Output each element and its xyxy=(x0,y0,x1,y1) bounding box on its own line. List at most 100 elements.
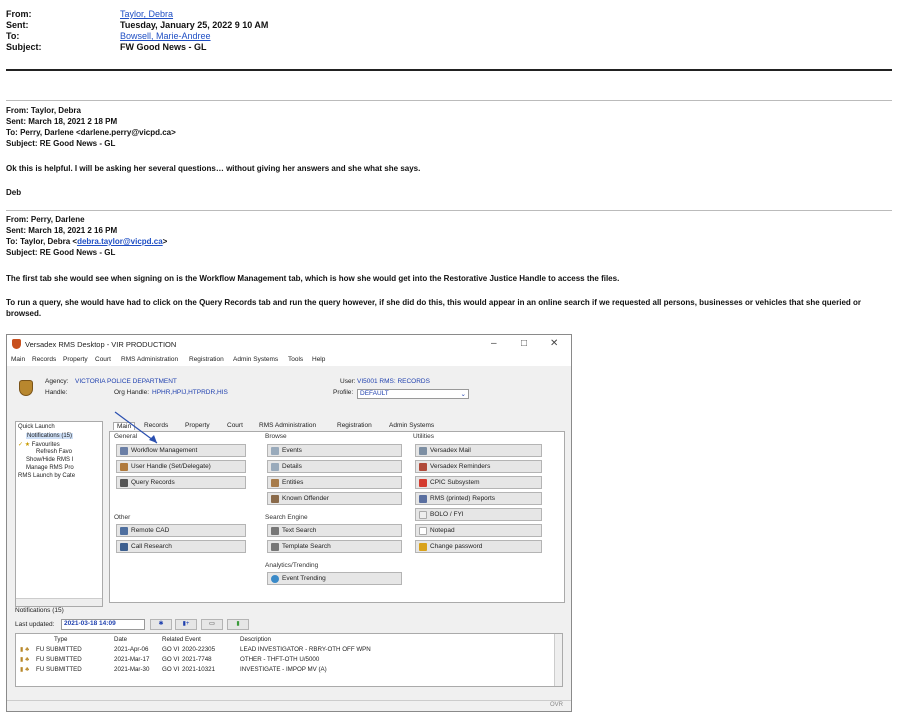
details-button[interactable]: Details xyxy=(267,460,402,473)
quick-launch-panel: Quick Launch Notifications (15) ✓ ★ Favo… xyxy=(15,421,103,607)
close-icon[interactable]: ✕ xyxy=(550,338,558,349)
event-trending-label: Event Trending xyxy=(282,575,326,582)
tab-property[interactable]: Property xyxy=(185,422,210,429)
versadex-mail-label: Versadex Mail xyxy=(430,447,471,454)
table-row[interactable]: ▮ ♣ FU SUBMITTED 2021-Mar-30 GO VI 2021-… xyxy=(16,666,556,676)
phone-icon xyxy=(120,543,128,551)
quick-launch-favourites: Favourites xyxy=(31,442,60,448)
minimize-icon[interactable]: – xyxy=(491,338,497,349)
maximize-icon[interactable]: □ xyxy=(521,338,527,349)
row-description: INVESTIGATE - IMPOP MV (A) xyxy=(240,666,327,673)
text-search-button[interactable]: Text Search xyxy=(267,524,402,537)
tab-rms-administration[interactable]: RMS Administration xyxy=(259,422,316,429)
notepad-button[interactable]: Notepad xyxy=(415,524,542,537)
email2-para1: The first tab she would see when signing… xyxy=(6,274,620,283)
user-handle-button[interactable]: User Handle (Set/Delegate) xyxy=(116,460,246,473)
quick-launch-refresh[interactable]: Refresh Favo xyxy=(36,449,72,455)
window-title-bar: Versadex RMS Desktop - VIR PRODUCTION – … xyxy=(7,335,571,354)
col-description: Description xyxy=(240,636,271,643)
email2-to-email-link[interactable]: debra.taylor@vicpd.ca xyxy=(77,237,163,246)
group-other: Other xyxy=(114,514,131,521)
query-records-button[interactable]: Query Records xyxy=(116,476,246,489)
quick-launch-show-hide[interactable]: Show/Hide RMS I xyxy=(26,457,73,463)
offender-icon xyxy=(271,495,279,503)
tab-court[interactable]: Court xyxy=(227,422,243,429)
col-date: Date xyxy=(114,636,128,643)
email1-sent: Sent: March 18, 2021 2 18 PM xyxy=(6,117,118,126)
last-updated-field[interactable]: 2021-03-18 14:09 xyxy=(61,619,145,630)
notifications-grid: Type Date Related Event Description ▮ ♣ … xyxy=(15,633,563,687)
header-divider xyxy=(6,69,892,71)
change-password-button[interactable]: Change password xyxy=(415,540,542,553)
table-row[interactable]: ▮ ♣ FU SUBMITTED 2021-Mar-17 GO VI 2021-… xyxy=(16,656,556,666)
call-research-label: Call Research xyxy=(131,543,172,550)
event-trending-button[interactable]: Event Trending xyxy=(267,572,402,585)
main-tab-strip: Main Records Property Court RMS Administ… xyxy=(109,421,565,431)
versadex-reminders-button[interactable]: Versadex Reminders xyxy=(415,460,542,473)
bolo-fyi-button[interactable]: BOLO / FYI xyxy=(415,508,542,521)
app-shield-icon xyxy=(12,339,21,349)
quick-launch-notifications[interactable]: Notifications (15) xyxy=(26,433,74,439)
user-label: User: xyxy=(340,378,356,385)
org-handle-value: HPHR,HPIJ,HTPRDR,HIS xyxy=(152,389,228,396)
message-icon[interactable]: ▭ xyxy=(201,619,223,630)
email2-para2: To run a query, she would have had to cl… xyxy=(6,298,862,318)
call-research-button[interactable]: Call Research xyxy=(116,540,246,553)
notifications-heading: Notifications (15) xyxy=(15,607,64,614)
cad-icon xyxy=(120,527,128,535)
rms-reports-button[interactable]: RMS (printed) Reports xyxy=(415,492,542,505)
row-go: GO VI xyxy=(162,666,180,673)
menu-property[interactable]: Property xyxy=(63,356,88,363)
report-icon xyxy=(419,495,427,503)
quick-launch-hscroll[interactable] xyxy=(16,598,102,606)
grid-vscroll[interactable] xyxy=(554,634,562,686)
user-value: VI5001 RMS: RECORDS xyxy=(357,378,430,385)
row-description: LEAD INVESTIGATOR - RBRY-OTH OFF WPN xyxy=(240,646,371,653)
email1-body: Ok this is helpful. I will be asking her… xyxy=(6,164,421,173)
cpic-subsystem-button[interactable]: CPIC Subsystem xyxy=(415,476,542,489)
chevron-down-icon: ⌄ xyxy=(460,391,466,398)
quick-launch-launch-by-cat[interactable]: RMS Launch by Cate xyxy=(18,473,75,479)
remote-cad-label: Remote CAD xyxy=(131,527,170,534)
menu-tools[interactable]: Tools xyxy=(288,356,303,363)
menu-registration[interactable]: Registration xyxy=(189,356,224,363)
menu-help[interactable]: Help xyxy=(312,356,325,363)
row-type: FU SUBMITTED xyxy=(36,666,82,673)
remote-cad-button[interactable]: Remote CAD xyxy=(116,524,246,537)
quick-launch-favourites-row[interactable]: ✓ ★ Favourites xyxy=(18,441,60,448)
menu-records[interactable]: Records xyxy=(32,356,56,363)
known-offender-button[interactable]: Known Offender xyxy=(267,492,402,505)
entities-button[interactable]: Entities xyxy=(267,476,402,489)
menu-main[interactable]: Main xyxy=(11,356,25,363)
star-icon: ✓ ★ xyxy=(18,442,32,448)
known-offender-label: Known Offender xyxy=(282,495,329,502)
quick-launch-title: Quick Launch xyxy=(18,424,55,430)
details-label: Details xyxy=(282,463,302,470)
profile-select[interactable]: DEFAULT ⌄ xyxy=(357,389,469,399)
email2-to-suffix: > xyxy=(162,237,168,246)
canada-flag-icon xyxy=(419,479,427,487)
binoculars-icon xyxy=(120,479,128,487)
email1-subject: Subject: RE Good News - GL xyxy=(6,139,116,148)
menu-admin-systems[interactable]: Admin Systems xyxy=(233,356,278,363)
main-tab-pane: General Browse Utilities Workflow Manage… xyxy=(109,431,565,603)
person-icon xyxy=(271,479,279,487)
tab-registration[interactable]: Registration xyxy=(337,422,372,429)
mark-read-icon[interactable]: ▮ xyxy=(227,619,249,630)
tab-admin-systems[interactable]: Admin Systems xyxy=(389,422,434,429)
query-records-label: Query Records xyxy=(131,479,175,486)
template-search-button[interactable]: Template Search xyxy=(267,540,402,553)
menu-court[interactable]: Court xyxy=(95,356,111,363)
events-button[interactable]: Events xyxy=(267,444,402,457)
versadex-mail-button[interactable]: Versadex Mail xyxy=(415,444,542,457)
row-go: GO VI xyxy=(162,646,180,653)
table-row[interactable]: ▮ ♣ FU SUBMITTED 2021-Apr-06 GO VI 2020-… xyxy=(16,646,556,656)
key-icon xyxy=(419,543,427,551)
menu-rms-administration[interactable]: RMS Administration xyxy=(121,356,178,363)
globe-icon xyxy=(271,575,279,583)
row-description: OTHER - THFT-OTH U/5000 xyxy=(240,656,320,663)
add-note-icon[interactable]: ▮+ xyxy=(175,619,197,630)
email2-to-row: To: Taylor, Debra <debra.taylor@vicpd.ca… xyxy=(6,237,167,248)
refresh-icon[interactable]: ✱ xyxy=(150,619,172,630)
quick-launch-manage[interactable]: Manage RMS Pro xyxy=(26,465,74,471)
